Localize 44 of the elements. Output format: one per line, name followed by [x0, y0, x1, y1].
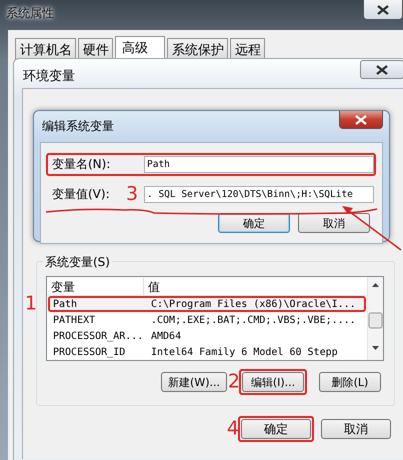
dialog-title: 环境变量 [22, 68, 75, 86]
dialog-button[interactable]: 取消 [298, 213, 370, 233]
annotation-number: 1 [24, 294, 37, 314]
list-cell: .COM;.EXE;.BAT;.CMD;.VBS;.VBE;.... [151, 314, 356, 326]
list-cell-text: PROCESSOR_AR... [52, 330, 144, 342]
list-cell: C:\Program Files (x86)\Oracle\I... [151, 298, 356, 310]
list-cell-text: PROCESSOR_ID [52, 346, 126, 358]
tab[interactable]: 硬件 [78, 38, 113, 60]
annotation-number: 2 [228, 372, 240, 392]
close-button[interactable] [360, 60, 403, 79]
field-label: 变量值(V): [52, 186, 111, 203]
list-cell-text: Path [52, 298, 78, 310]
dialog-button[interactable]: 确定 [241, 419, 311, 439]
variable-button[interactable]: 删除(L) [319, 372, 381, 392]
annotation-number: 4 [226, 420, 239, 438]
list-row[interactable]: PATHEXT .COM;.EXE;.BAT;.CMD;.VBS;.VBE;.... [48, 312, 366, 328]
column-header[interactable]: 变量 [47, 278, 144, 294]
close-icon [377, 4, 389, 14]
list-row[interactable]: PROCESSOR_ID Intel64 Family 6 Model 60 Stepp [48, 344, 366, 360]
close-icon [355, 114, 367, 124]
tab[interactable]: 远程 [230, 38, 265, 60]
list-cell-text: PATHEXT [52, 314, 96, 326]
tab[interactable]: 计算机名 [15, 38, 76, 60]
tab[interactable]: 高级 [115, 36, 165, 60]
dialog-button[interactable]: 确定 [218, 213, 290, 233]
tab[interactable]: 系统保护 [167, 38, 228, 60]
text-field[interactable]: Path [144, 156, 374, 173]
dialog-button[interactable]: 取消 [321, 419, 391, 439]
close-icon [376, 64, 388, 74]
text-field[interactable]: . SQL Server\120\DTS\Binn\;H:\SQLite [144, 186, 374, 203]
dialog-title: 编辑系统变量 [41, 118, 114, 135]
close-button[interactable] [363, 0, 403, 20]
annotation-number: 3 [124, 185, 140, 204]
variable-button[interactable]: 编辑(I)... [242, 372, 304, 392]
close-button[interactable] [339, 111, 383, 129]
scrollbar[interactable] [367, 277, 383, 360]
list-cell: Intel64 Family 6 Model 60 Stepp [151, 346, 338, 358]
window-title: 系统属性 [5, 5, 54, 22]
list-cell: AMD64 [151, 330, 182, 342]
column-header[interactable]: 值 [144, 278, 367, 294]
list-row[interactable]: PROCESSOR_AR... AMD64 [48, 328, 366, 344]
group-title: 系统变量(S) [43, 254, 112, 271]
field-label: 变量名(N): [52, 156, 112, 173]
variable-button[interactable]: 新建(W)... [161, 372, 227, 392]
